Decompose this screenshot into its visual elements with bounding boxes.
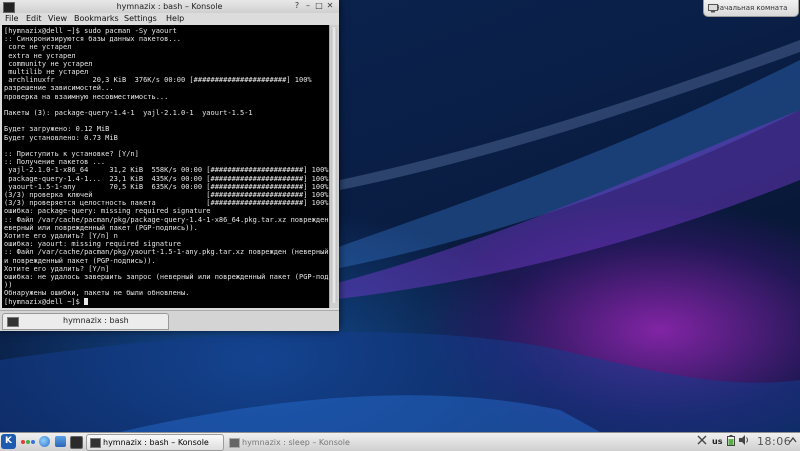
maximize-button[interactable]: □ — [314, 1, 324, 11]
menu-help[interactable]: Help — [166, 14, 184, 23]
task-konsole-sleep[interactable]: hymnazix : sleep – Konsole — [225, 434, 367, 451]
activity-device-icon — [708, 3, 718, 13]
menu-bookmarks[interactable]: Bookmarks — [74, 14, 119, 23]
terminal-cursor — [84, 297, 89, 305]
task-label: hymnazix : bash – Konsole — [103, 438, 209, 447]
tab-bash[interactable]: hymnazix : bash — [2, 313, 169, 330]
scrollbar-thumb[interactable] — [331, 27, 337, 303]
konsole-window[interactable]: hymnazix : bash – Konsole ? – □ ✕ File E… — [0, 0, 339, 331]
menu-view[interactable]: View — [48, 14, 67, 23]
task-konsole-bash[interactable]: hymnazix : bash – Konsole — [86, 434, 224, 451]
terminal-launcher-icon[interactable] — [70, 436, 83, 449]
taskbar: K hymnazix : bash – Konsole hymnazix : s… — [0, 432, 800, 451]
menu-edit[interactable]: Edit — [26, 14, 42, 23]
konsole-task-icon — [229, 438, 240, 448]
chevron-up-icon[interactable] — [789, 433, 797, 450]
terminal-line: [hymnazix@dell ~]$ — [4, 297, 329, 307]
close-button[interactable]: ✕ — [325, 1, 335, 11]
task-label: hymnazix : sleep – Konsole — [242, 438, 350, 447]
browser-launcher-icon[interactable] — [39, 436, 50, 447]
menu-file[interactable]: File — [5, 14, 18, 23]
window-titlebar[interactable]: hymnazix : bash – Konsole ? – □ ✕ — [0, 0, 339, 13]
menu-settings[interactable]: Settings — [124, 14, 157, 23]
minimize-button[interactable]: – — [303, 1, 313, 11]
activity-indicator[interactable]: Начальная комната — [703, 0, 799, 17]
window-title: hymnazix : bash – Konsole — [116, 2, 223, 11]
konsole-task-icon — [90, 438, 101, 448]
kde-logo-icon[interactable]: K — [1, 434, 16, 449]
terminal-view[interactable]: [hymnazix@dell ~]$ sudo pacman -Sy yaour… — [2, 25, 329, 308]
volume-icon[interactable] — [739, 433, 749, 450]
help-button[interactable]: ? — [292, 1, 302, 11]
files-launcher-icon[interactable] — [55, 436, 66, 447]
tab-label: hymnazix : bash — [63, 316, 129, 325]
battery-icon[interactable] — [727, 433, 735, 450]
clock[interactable]: 18:06 — [757, 433, 791, 450]
terminal-scrollbar[interactable] — [329, 25, 339, 308]
desktop[interactable]: Начальная комната hymnazix : bash – Kons… — [0, 0, 800, 432]
activity-label: Начальная комната — [714, 4, 788, 12]
terminal-tab-icon — [7, 317, 19, 327]
keyboard-layout[interactable]: us — [712, 433, 722, 450]
tools-icon[interactable] — [697, 433, 707, 450]
menubar: File Edit View Bookmarks Settings Help — [0, 13, 339, 25]
tab-bar: hymnazix : bash — [0, 310, 339, 331]
